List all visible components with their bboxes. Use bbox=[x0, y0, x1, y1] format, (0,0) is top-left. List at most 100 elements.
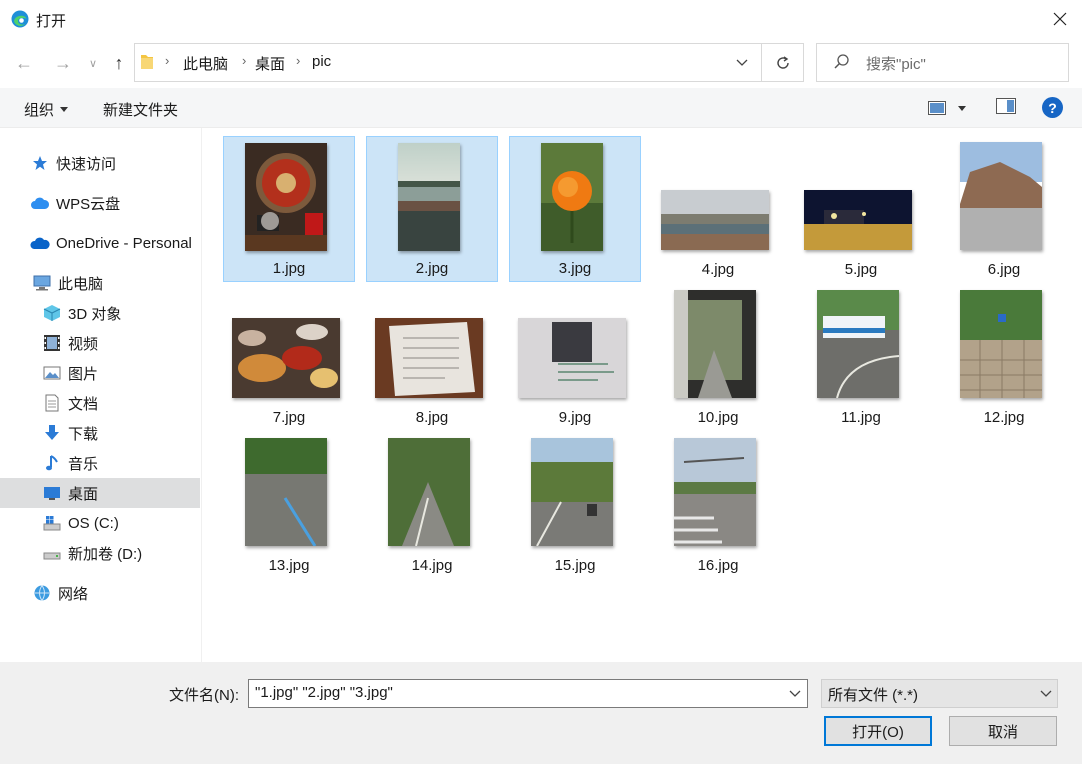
arrow-right-icon: → bbox=[54, 52, 72, 73]
image-thumbnail bbox=[531, 438, 613, 547]
chevron-down-icon: ∨ bbox=[88, 57, 98, 70]
file-item-1[interactable]: 1.jpg bbox=[223, 136, 355, 282]
organize-label: 组织 bbox=[24, 102, 55, 119]
file-list-view: 1.jpg 2.jpg 3.jpg 4.jpg 5.jpg 6.jpg 7.jp… bbox=[203, 128, 1082, 662]
music-icon bbox=[42, 453, 62, 473]
image-thumbnail bbox=[960, 290, 1042, 398]
network-icon bbox=[32, 583, 52, 603]
breadcrumb-desktop[interactable]: 桌面 bbox=[255, 53, 285, 74]
file-item-3[interactable]: 3.jpg bbox=[509, 136, 641, 282]
sidebar-item-wps-cloud[interactable]: WPS云盘 bbox=[30, 188, 200, 218]
chevron-down-icon bbox=[736, 59, 748, 66]
image-thumbnail bbox=[518, 318, 626, 398]
breadcrumb-pic[interactable]: pic bbox=[312, 53, 331, 70]
image-thumbnail bbox=[817, 290, 900, 399]
file-item-4[interactable]: 4.jpg bbox=[652, 136, 784, 282]
file-name: 12.jpg bbox=[983, 409, 1025, 426]
sidebar-item-this-pc[interactable]: 此电脑 bbox=[32, 268, 200, 298]
image-thumbnail bbox=[960, 142, 1042, 250]
chevron-right-icon: › bbox=[242, 53, 247, 68]
breadcrumb-this-pc[interactable]: 此电脑 bbox=[183, 53, 228, 74]
file-item-10[interactable]: 10.jpg bbox=[652, 284, 784, 430]
file-name: 6.jpg bbox=[987, 261, 1021, 278]
image-thumbnail bbox=[232, 318, 340, 398]
filetype-select[interactable]: 所有文件 (*.*) bbox=[821, 679, 1058, 708]
drive-d-icon bbox=[42, 543, 62, 563]
file-name: 16.jpg bbox=[697, 557, 739, 574]
sidebar-item-label: 视频 bbox=[68, 335, 99, 353]
sidebar-item-label: OneDrive - Personal bbox=[56, 234, 192, 252]
forward-button[interactable]: → bbox=[50, 45, 76, 81]
search-input[interactable] bbox=[816, 43, 1069, 82]
sidebar-item-label: 快速访问 bbox=[56, 155, 117, 173]
sidebar-item-drive-d[interactable]: 新加卷 (D:) bbox=[42, 538, 200, 568]
image-thumbnail bbox=[398, 143, 460, 251]
help-button[interactable]: ? bbox=[1042, 97, 1063, 118]
file-name: 14.jpg bbox=[411, 557, 453, 574]
file-item-16[interactable]: 16.jpg bbox=[652, 432, 784, 578]
sidebar-item-desktop[interactable]: 桌面 bbox=[0, 478, 200, 508]
image-thumbnail bbox=[541, 143, 603, 251]
sidebar-item-label: 下载 bbox=[68, 425, 99, 443]
document-icon bbox=[42, 393, 62, 413]
up-button[interactable]: ↑ bbox=[106, 45, 132, 81]
file-item-11[interactable]: 11.jpg bbox=[795, 284, 927, 430]
sidebar-item-label: 文档 bbox=[68, 395, 99, 413]
image-thumbnail bbox=[674, 438, 756, 546]
refresh-button[interactable] bbox=[762, 43, 804, 82]
sidebar-item-network[interactable]: 网络 bbox=[32, 578, 200, 608]
sidebar-item-downloads[interactable]: 下载 bbox=[42, 418, 200, 448]
download-icon bbox=[42, 423, 62, 443]
file-name: 11.jpg bbox=[841, 409, 881, 426]
open-button[interactable]: 打开(O) bbox=[824, 716, 932, 746]
image-thumbnail bbox=[674, 290, 756, 398]
address-bar[interactable] bbox=[134, 43, 762, 82]
file-item-8[interactable]: 8.jpg bbox=[366, 284, 498, 430]
file-item-5[interactable]: 5.jpg bbox=[795, 136, 927, 282]
close-button[interactable] bbox=[1038, 0, 1082, 38]
cancel-button[interactable]: 取消 bbox=[949, 716, 1057, 746]
preview-pane-button[interactable] bbox=[996, 98, 1016, 118]
image-thumbnail bbox=[245, 143, 327, 251]
file-name: 5.jpg bbox=[844, 261, 878, 278]
filename-dropdown-button[interactable] bbox=[784, 680, 806, 707]
sidebar-item-music[interactable]: 音乐 bbox=[42, 448, 200, 478]
back-button[interactable]: ← bbox=[11, 45, 37, 81]
file-name: 1.jpg bbox=[272, 260, 306, 277]
file-item-15[interactable]: 15.jpg bbox=[509, 432, 641, 578]
file-name: 13.jpg bbox=[268, 557, 310, 574]
recent-locations-button[interactable]: ∨ bbox=[84, 45, 102, 81]
filetype-dropdown-button[interactable] bbox=[1036, 681, 1056, 706]
sidebar-item-onedrive[interactable]: OneDrive - Personal bbox=[30, 228, 202, 258]
filename-input[interactable]: "1.jpg" "2.jpg" "3.jpg" bbox=[248, 679, 808, 708]
address-dropdown-button[interactable] bbox=[722, 43, 762, 82]
chevron-right-icon: › bbox=[296, 53, 301, 68]
file-item-14[interactable]: 14.jpg bbox=[366, 432, 498, 578]
star-icon bbox=[30, 153, 50, 173]
sidebar-item-label: WPS云盘 bbox=[56, 195, 121, 213]
folder-icon bbox=[140, 53, 154, 71]
file-item-9[interactable]: 9.jpg bbox=[509, 284, 641, 430]
file-name: 8.jpg bbox=[415, 409, 449, 426]
file-item-13[interactable]: 13.jpg bbox=[223, 432, 355, 578]
view-icon bbox=[928, 101, 946, 115]
refresh-icon bbox=[776, 55, 789, 69]
sidebar-item-pictures[interactable]: 图片 bbox=[42, 358, 200, 388]
sidebar-item-label: 桌面 bbox=[68, 485, 99, 503]
sidebar-item-videos[interactable]: 视频 bbox=[42, 328, 200, 358]
new-folder-button[interactable]: 新建文件夹 bbox=[103, 99, 178, 120]
file-item-7[interactable]: 7.jpg bbox=[223, 284, 355, 430]
image-thumbnail bbox=[661, 190, 769, 250]
file-item-6[interactable]: 6.jpg bbox=[938, 136, 1070, 282]
organize-button[interactable]: 组织 bbox=[24, 99, 69, 120]
sidebar-item-3d-objects[interactable]: 3D 对象 bbox=[42, 298, 200, 328]
sidebar-item-quick-access[interactable]: 快速访问 bbox=[30, 148, 200, 178]
sidebar-item-documents[interactable]: 文档 bbox=[42, 388, 200, 418]
file-item-2[interactable]: 2.jpg bbox=[366, 136, 498, 282]
sidebar-item-drive-c[interactable]: OS (C:) bbox=[42, 508, 200, 538]
search-icon bbox=[832, 52, 852, 72]
change-view-button[interactable] bbox=[928, 98, 972, 118]
caret-down-icon bbox=[958, 105, 966, 111]
image-thumbnail bbox=[388, 438, 470, 547]
file-item-12[interactable]: 12.jpg bbox=[938, 284, 1070, 430]
